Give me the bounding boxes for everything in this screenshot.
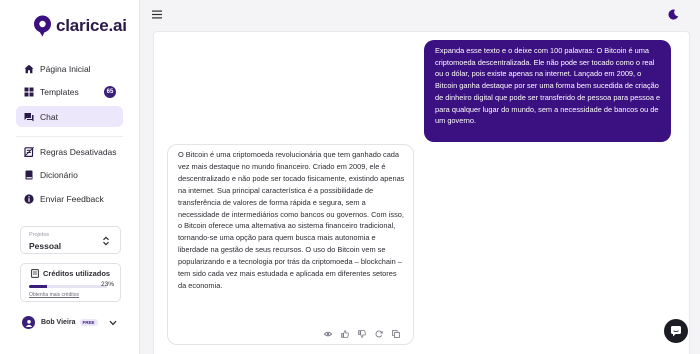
user-name: Bob Vieira — [41, 319, 76, 326]
sidebar-item-disabled-rules[interactable]: Regras Desativadas — [16, 142, 123, 162]
project-value: Pessoal — [29, 241, 62, 251]
receipt-icon — [31, 269, 39, 278]
get-more-credits-link[interactable]: Obtenha mais créditos — [29, 292, 79, 298]
user-menu[interactable]: Bob Vieira FREE — [22, 316, 98, 329]
sidebar-item-label: Regras Desativadas — [40, 147, 117, 157]
hamburger-menu-icon[interactable] — [152, 10, 162, 19]
chevron-down-icon[interactable] — [109, 320, 117, 326]
sidebar: clarice.ai Página Inicial Templates 65 C… — [0, 0, 140, 354]
sidebar-item-label: Dicionário — [40, 170, 78, 180]
home-icon — [24, 64, 34, 74]
credits-progress-fill — [29, 285, 47, 288]
thumbs-up-icon[interactable] — [341, 330, 349, 338]
sidebar-item-label: Página Inicial — [40, 64, 91, 74]
support-chat-button[interactable] — [664, 319, 688, 343]
avatar — [22, 316, 35, 329]
refresh-icon[interactable] — [375, 330, 383, 338]
sidebar-item-label: Enviar Feedback — [40, 194, 104, 204]
sidebar-divider — [16, 136, 123, 137]
grid-icon — [24, 87, 34, 97]
credits-progress — [29, 285, 107, 288]
info-icon — [24, 194, 34, 204]
book-icon — [25, 170, 33, 180]
rule-off-icon — [24, 147, 34, 157]
copy-icon[interactable] — [392, 330, 400, 338]
moon-icon[interactable] — [668, 9, 679, 20]
eye-icon[interactable] — [324, 330, 332, 338]
support-chat-icon — [671, 326, 681, 337]
sidebar-item-feedback[interactable]: Enviar Feedback — [16, 189, 123, 209]
sidebar-item-dictionary[interactable]: Dicionário — [16, 165, 123, 185]
user-icon — [25, 319, 32, 327]
chevron-updown-icon — [103, 236, 109, 246]
credits-card: Créditos utilizados 23% Obtenha mais cré… — [20, 263, 121, 302]
message-actions — [324, 330, 409, 338]
sidebar-item-home[interactable]: Página Inicial — [16, 59, 123, 79]
sidebar-item-label: Templates — [40, 87, 79, 97]
project-label: Projetos — [29, 232, 50, 238]
templates-count-badge: 65 — [104, 86, 116, 98]
sidebar-item-label: Chat — [40, 111, 58, 122]
brand-name: clarice.ai — [56, 16, 127, 35]
thumbs-down-icon[interactable] — [358, 330, 366, 338]
logo-icon — [34, 15, 51, 37]
project-select[interactable]: Projetos Pessoal — [20, 226, 121, 254]
sidebar-item-templates[interactable]: Templates 65 — [16, 82, 123, 102]
plan-badge: FREE — [79, 319, 98, 326]
chat-icon — [24, 112, 34, 121]
credits-title-text: Créditos utilizados — [43, 269, 111, 278]
user-message: Expanda esse texto e o deixe com 100 pal… — [424, 40, 671, 142]
credits-percent: 23% — [100, 281, 114, 288]
brand-logo[interactable]: clarice.ai — [33, 15, 127, 37]
assistant-message: O Bitcoin é uma criptomoeda revolucionár… — [167, 144, 414, 345]
credits-title: Créditos utilizados — [31, 269, 110, 278]
sidebar-item-chat[interactable]: Chat — [16, 106, 123, 127]
